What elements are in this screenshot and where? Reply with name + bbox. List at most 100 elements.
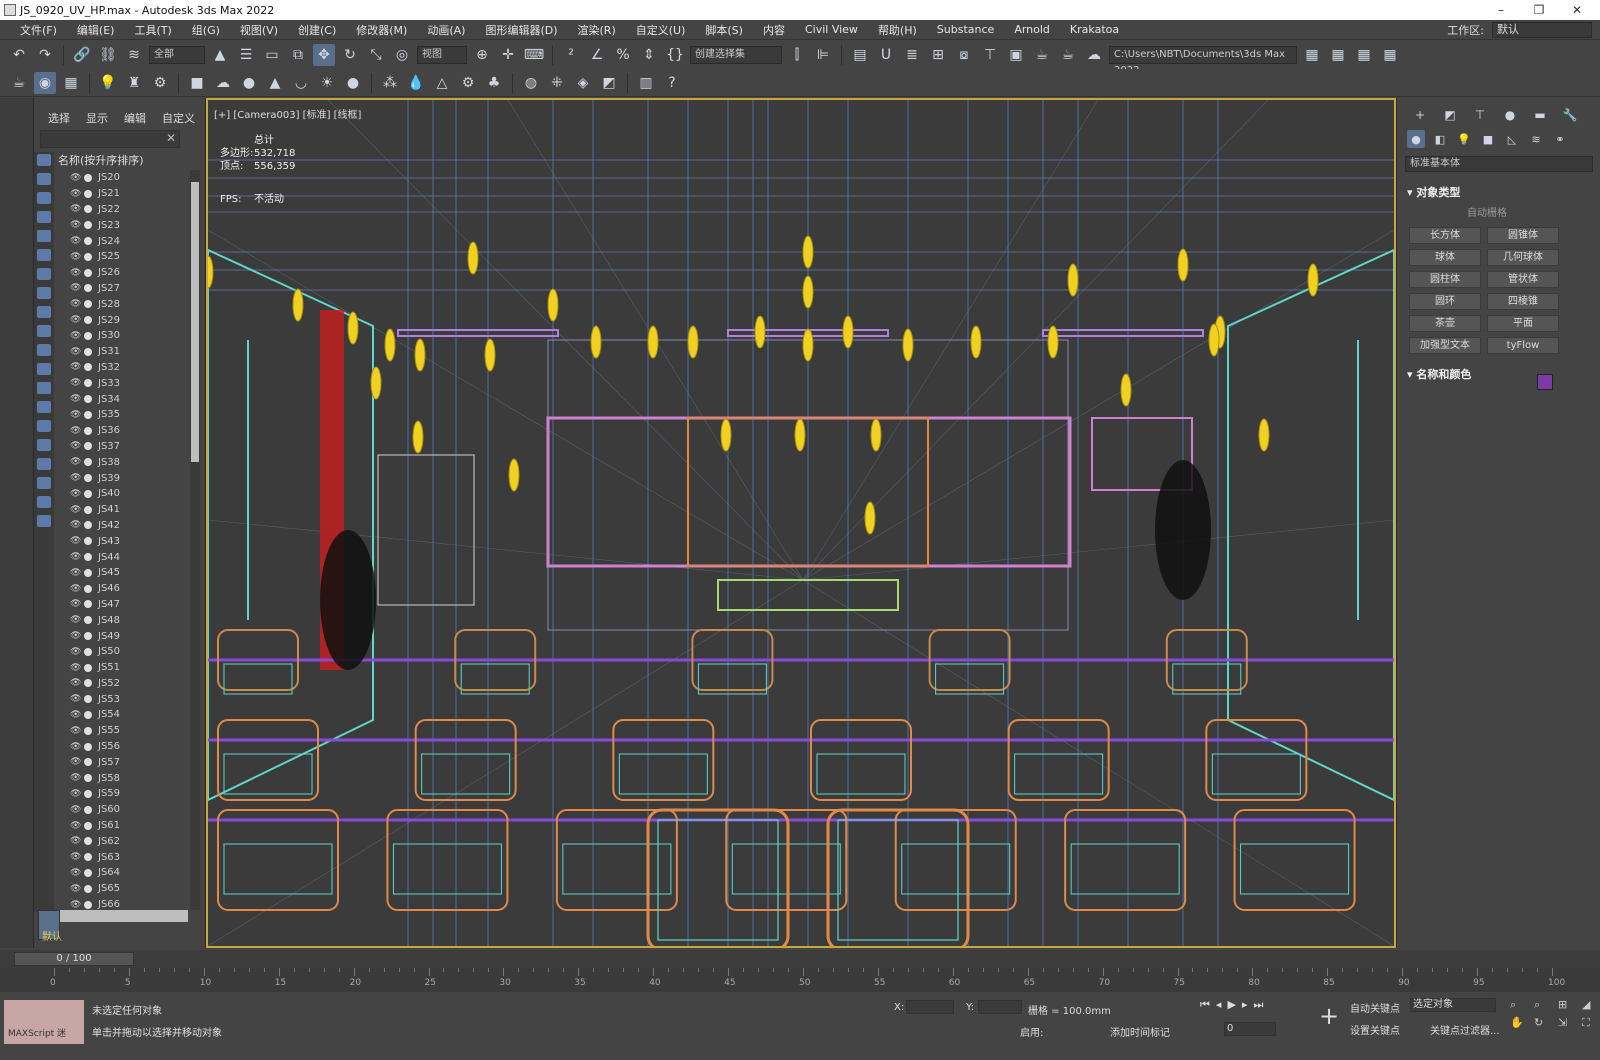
list-item[interactable]: 👁 JS59 — [58, 786, 188, 802]
list-item[interactable]: 👁 JS61 — [58, 818, 188, 834]
plane-button[interactable]: 平面 — [1487, 315, 1559, 332]
freeze-dot-icon[interactable] — [84, 252, 92, 261]
freeze-dot-icon[interactable] — [84, 805, 92, 814]
freeze-dot-icon[interactable] — [84, 789, 92, 798]
visibility-eye-icon[interactable]: 👁 — [70, 599, 82, 609]
visibility-eye-icon[interactable]: 👁 — [70, 773, 82, 783]
bowl-shape-icon[interactable]: ◡ — [290, 72, 312, 94]
visibility-eye-icon[interactable]: 👁 — [70, 505, 82, 515]
menu-help[interactable]: 帮助(H) — [868, 22, 927, 38]
filter-icon[interactable] — [37, 230, 51, 242]
name-column-header[interactable]: 名称(按升序排序) — [58, 152, 144, 168]
menu-content[interactable]: 内容 — [753, 22, 795, 38]
visibility-eye-icon[interactable]: 👁 — [70, 836, 82, 846]
render-frame-icon[interactable]: ▦ — [60, 72, 82, 94]
freeze-dot-icon[interactable] — [84, 853, 92, 862]
select-move-icon[interactable]: ✥ — [313, 44, 335, 66]
list-item[interactable]: 👁 JS30 — [58, 328, 188, 344]
rect-selection-icon[interactable]: ▭ — [261, 44, 283, 66]
time-slider[interactable]: 0 / 100 — [0, 950, 1600, 968]
menu-scripting[interactable]: 脚本(S) — [695, 22, 753, 38]
list-item[interactable]: 👁 JS36 — [58, 423, 188, 439]
list-item[interactable]: 👁 JS24 — [58, 233, 188, 249]
freeze-dot-icon[interactable] — [84, 347, 92, 356]
create-tab-icon[interactable]: + — [1411, 106, 1429, 124]
pan-icon[interactable]: ✋ — [1510, 1016, 1530, 1030]
freeze-dot-icon[interactable] — [84, 647, 92, 656]
spinner-snap-icon[interactable]: ⇕ — [638, 44, 660, 66]
snaps-toggle-icon[interactable]: ² — [560, 44, 582, 66]
list-item[interactable]: 👁 JS63 — [58, 849, 188, 865]
list-item[interactable]: 👁 JS66 — [58, 897, 188, 910]
freeze-dot-icon[interactable] — [84, 710, 92, 719]
freeze-dot-icon[interactable] — [84, 726, 92, 735]
align-icon[interactable]: ⊫ — [812, 44, 834, 66]
menu-tools[interactable]: 工具(T) — [124, 22, 181, 38]
visibility-eye-icon[interactable]: 👁 — [70, 441, 82, 451]
list-item[interactable]: 👁 JS33 — [58, 375, 188, 391]
torus-button[interactable]: 圆环 — [1409, 293, 1481, 310]
selection-filter-dropdown[interactable]: 全部 — [149, 46, 205, 64]
scene-converter-icon[interactable]: ♜ — [123, 72, 145, 94]
freeze-dot-icon[interactable] — [84, 537, 92, 546]
list-item[interactable]: 👁 JS29 — [58, 312, 188, 328]
freeze-dot-icon[interactable] — [84, 458, 92, 467]
unlink-icon[interactable]: ⛓ — [97, 44, 119, 66]
visibility-eye-icon[interactable]: 👁 — [70, 663, 82, 673]
list-item[interactable]: 👁 JS34 — [58, 391, 188, 407]
visibility-eye-icon[interactable]: 👁 — [70, 299, 82, 309]
visibility-eye-icon[interactable]: 👁 — [70, 410, 82, 420]
freeze-dot-icon[interactable] — [84, 221, 92, 230]
list-item[interactable]: 👁 JS39 — [58, 470, 188, 486]
freeze-dot-icon[interactable] — [84, 426, 92, 435]
light-lister-icon[interactable]: 💡 — [97, 72, 119, 94]
edit-named-selection-icon[interactable]: {} — [664, 44, 686, 66]
select-manipulate-icon[interactable]: ✛ — [497, 44, 519, 66]
save-project-icon[interactable]: ▦ — [1353, 44, 1375, 66]
visibility-eye-icon[interactable]: 👁 — [70, 283, 82, 293]
menu-file[interactable]: 文件(F) — [10, 22, 67, 38]
box-button[interactable]: 长方体 — [1409, 227, 1481, 244]
fov-icon[interactable]: ◢ — [1582, 998, 1600, 1012]
visibility-eye-icon[interactable]: 👁 — [70, 426, 82, 436]
toggle-ribbon-icon[interactable]: U — [875, 44, 897, 66]
visibility-eye-icon[interactable]: 👁 — [70, 726, 82, 736]
visibility-eye-icon[interactable]: 👁 — [70, 742, 82, 752]
list-item[interactable]: 👁 JS28 — [58, 296, 188, 312]
orbit-icon[interactable]: ↻ — [1534, 1016, 1554, 1030]
freeze-dot-icon[interactable] — [84, 695, 92, 704]
list-item[interactable]: 👁 JS21 — [58, 186, 188, 202]
filter-icon[interactable] — [37, 268, 51, 280]
freeze-dot-icon[interactable] — [84, 173, 92, 182]
list-item[interactable]: 👁 JS40 — [58, 486, 188, 502]
filter-icon[interactable] — [37, 363, 51, 375]
menu-modifiers[interactable]: 修改器(M) — [346, 22, 417, 38]
material-sphere-icon[interactable]: ◍ — [520, 72, 542, 94]
freeze-dot-icon[interactable] — [84, 616, 92, 625]
object-type-rollout[interactable]: ▾ 对象类型 — [1407, 184, 1600, 200]
autogrid-checkbox[interactable]: 自动栅格 — [1467, 204, 1600, 219]
camera-viewport[interactable]: [+] [Camera003] [标准] [线框] 总计 多边形:532,718… — [206, 98, 1396, 948]
undo-icon[interactable]: ↶ — [8, 44, 30, 66]
material-library-icon[interactable]: ⁜ — [546, 72, 568, 94]
auto-key-button[interactable]: 自动关键点 — [1350, 1000, 1400, 1015]
list-item[interactable]: 👁 JS47 — [58, 597, 188, 613]
motion-tab-icon[interactable]: ● — [1501, 106, 1519, 124]
display-tab-icon[interactable]: ▬ — [1531, 106, 1549, 124]
pivot-icon[interactable]: ⊕ — [471, 44, 493, 66]
tab-edit[interactable]: 编辑 — [124, 110, 146, 126]
modify-tab-icon[interactable]: ◩ — [1441, 106, 1459, 124]
add-time-tag[interactable]: 添加时间标记 — [1110, 1024, 1170, 1039]
visibility-eye-icon[interactable]: 👁 — [70, 884, 82, 894]
lights-icon[interactable]: 💡 — [1455, 130, 1473, 148]
list-item[interactable]: 👁 JS42 — [58, 518, 188, 534]
list-item[interactable]: 👁 JS50 — [58, 644, 188, 660]
list-item[interactable]: 👁 JS53 — [58, 691, 188, 707]
goto-start-icon[interactable]: ⏮ — [1200, 998, 1210, 1012]
freeze-dot-icon[interactable] — [84, 395, 92, 404]
utilities-tab-icon[interactable]: 🔧 — [1561, 106, 1579, 124]
freeze-dot-icon[interactable] — [84, 679, 92, 688]
set-key-icon[interactable]: + — [1316, 1004, 1342, 1030]
list-item[interactable]: 👁 JS31 — [58, 344, 188, 360]
keyboard-shortcut-icon[interactable]: ⌨ — [523, 44, 545, 66]
